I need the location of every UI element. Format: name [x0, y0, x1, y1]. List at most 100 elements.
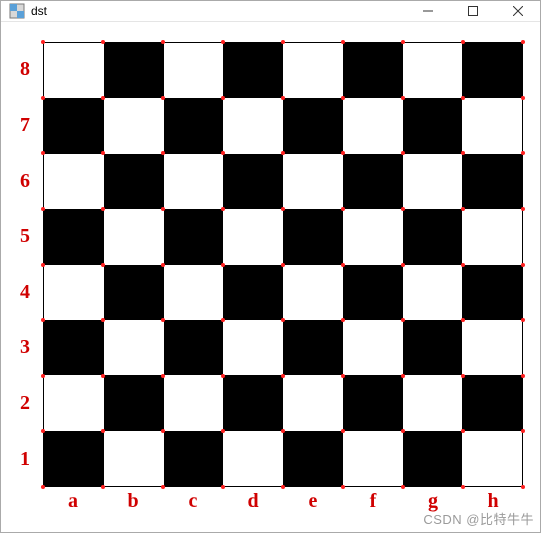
- board-square: [223, 320, 283, 375]
- board-square: [104, 154, 164, 209]
- board-square: [164, 265, 224, 320]
- corner-dot: [401, 485, 405, 489]
- corner-dot: [281, 96, 285, 100]
- board-square: [462, 154, 522, 209]
- rank-labels: 87654321: [20, 42, 30, 487]
- file-label: f: [343, 490, 403, 513]
- corner-dot: [461, 40, 465, 44]
- app-window: dst 87654321 abcdefgh CSDN @比特牛牛: [0, 0, 541, 533]
- corner-dot: [521, 318, 525, 322]
- file-label: d: [223, 490, 283, 513]
- corner-dot: [221, 207, 225, 211]
- board-square: [403, 154, 463, 209]
- corner-dot: [101, 40, 105, 44]
- board-square: [164, 209, 224, 264]
- corner-dot: [461, 374, 465, 378]
- corner-dot: [521, 485, 525, 489]
- rank-label: 2: [20, 376, 30, 432]
- corner-dot: [521, 96, 525, 100]
- file-labels: abcdefgh: [43, 490, 523, 513]
- corner-dot: [281, 374, 285, 378]
- board-square: [44, 209, 104, 264]
- board-square: [343, 154, 403, 209]
- board-square: [44, 265, 104, 320]
- board-square: [44, 431, 104, 486]
- corner-dot: [101, 374, 105, 378]
- board-square: [403, 209, 463, 264]
- corner-dot: [41, 374, 45, 378]
- board-square: [104, 98, 164, 153]
- corner-dot: [221, 374, 225, 378]
- corner-dot: [341, 263, 345, 267]
- board-square: [223, 43, 283, 98]
- maximize-button[interactable]: [450, 1, 495, 21]
- board-square: [343, 43, 403, 98]
- board-square: [104, 265, 164, 320]
- corner-dot: [101, 263, 105, 267]
- minimize-button[interactable]: [405, 1, 450, 21]
- corner-dot: [461, 207, 465, 211]
- board-square: [44, 43, 104, 98]
- corner-dot: [341, 96, 345, 100]
- corner-dot: [401, 374, 405, 378]
- board-square: [462, 265, 522, 320]
- window-title: dst: [31, 4, 405, 18]
- file-label: e: [283, 490, 343, 513]
- corner-dot: [101, 207, 105, 211]
- file-label: h: [463, 490, 523, 513]
- board-square: [343, 265, 403, 320]
- board-square: [343, 375, 403, 430]
- board-square: [283, 98, 343, 153]
- board-square: [223, 98, 283, 153]
- board-square: [462, 320, 522, 375]
- corner-dot: [161, 374, 165, 378]
- corner-dot: [281, 263, 285, 267]
- board-square: [462, 431, 522, 486]
- board-square: [343, 431, 403, 486]
- corner-dot: [281, 40, 285, 44]
- rank-label: 8: [20, 42, 30, 98]
- board-square: [164, 43, 224, 98]
- board-square: [164, 98, 224, 153]
- corner-dot: [521, 374, 525, 378]
- corner-dot: [341, 40, 345, 44]
- app-icon: [9, 3, 25, 19]
- corner-dot: [521, 263, 525, 267]
- board-square: [104, 209, 164, 264]
- board-square: [223, 265, 283, 320]
- close-button[interactable]: [495, 1, 540, 21]
- board-square: [403, 265, 463, 320]
- rank-label: 4: [20, 265, 30, 321]
- corner-dot: [221, 485, 225, 489]
- board-square: [164, 320, 224, 375]
- corner-dot: [341, 207, 345, 211]
- rank-label: 7: [20, 98, 30, 154]
- board-square: [223, 209, 283, 264]
- board-square: [462, 98, 522, 153]
- rank-label: 1: [20, 431, 30, 487]
- corner-dot: [341, 374, 345, 378]
- board-square: [164, 375, 224, 430]
- rank-label: 3: [20, 320, 30, 376]
- file-label: g: [403, 490, 463, 513]
- board-square: [403, 320, 463, 375]
- corner-dot: [401, 40, 405, 44]
- board-square: [104, 431, 164, 486]
- board-square: [164, 154, 224, 209]
- file-label: b: [103, 490, 163, 513]
- corner-dot: [401, 96, 405, 100]
- titlebar[interactable]: dst: [1, 1, 540, 22]
- corner-dot: [41, 96, 45, 100]
- corner-dot: [401, 263, 405, 267]
- corner-dot: [41, 263, 45, 267]
- corner-dot: [461, 485, 465, 489]
- corner-dot: [521, 151, 525, 155]
- corner-dot: [161, 207, 165, 211]
- board-square: [343, 209, 403, 264]
- board-square: [44, 154, 104, 209]
- corner-dot: [221, 96, 225, 100]
- corner-dot: [41, 207, 45, 211]
- corner-dot: [41, 40, 45, 44]
- board-square: [223, 375, 283, 430]
- board-square: [283, 43, 343, 98]
